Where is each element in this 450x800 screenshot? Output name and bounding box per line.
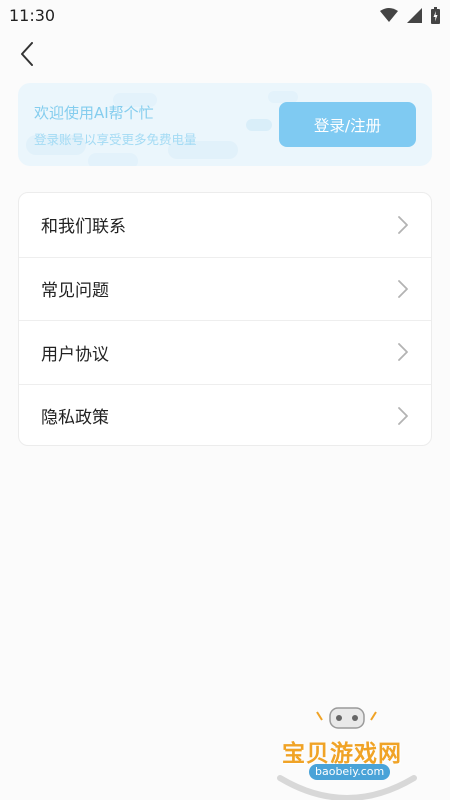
menu-item-label: 常见问题 — [41, 281, 109, 302]
status-icons — [380, 6, 440, 24]
chevron-right-icon — [397, 343, 409, 362]
login-card-subtitle: 登录账号以享受更多免费电量 — [34, 132, 197, 147]
settings-screen: 11:30 欢迎使用AI帮个忙 登录账号以享受更多免费电量 登录/注册 和我们联… — [0, 0, 450, 800]
menu-item-faq[interactable]: 常见问题 — [19, 256, 431, 321]
chevron-right-icon — [397, 279, 409, 298]
menu-item-label: 隐私政策 — [41, 408, 109, 429]
menu-item-user-agreement[interactable]: 用户协议 — [19, 320, 431, 384]
signal-icon — [407, 7, 422, 23]
back-arrow-icon — [20, 42, 34, 70]
wifi-icon — [380, 7, 398, 23]
menu-item-label: 用户协议 — [41, 344, 109, 365]
battery-icon — [431, 6, 440, 24]
chevron-right-icon — [397, 215, 409, 234]
watermark-url: baobeiy.com — [309, 764, 391, 780]
menu-item-privacy-policy[interactable]: 隐私政策 — [19, 383, 431, 448]
login-card: 欢迎使用AI帮个忙 登录账号以享受更多免费电量 登录/注册 — [18, 83, 432, 166]
chevron-right-icon — [397, 406, 409, 425]
status-bar: 11:30 — [0, 0, 450, 32]
watermark-text: 宝贝游戏网 — [282, 741, 402, 767]
login-register-button[interactable]: 登录/注册 — [279, 102, 416, 147]
menu-item-label: 和我们联系 — [41, 217, 126, 238]
login-card-title: 欢迎使用AI帮个忙 — [34, 104, 154, 122]
site-watermark: 宝贝游戏网 baobeiy.com — [272, 700, 422, 800]
back-button[interactable] — [10, 38, 44, 74]
menu-item-contact-us[interactable]: 和我们联系 — [19, 193, 431, 257]
status-time: 11:30 — [9, 6, 56, 25]
menu-list: 和我们联系 常见问题 用户协议 隐私政策 — [18, 192, 432, 446]
